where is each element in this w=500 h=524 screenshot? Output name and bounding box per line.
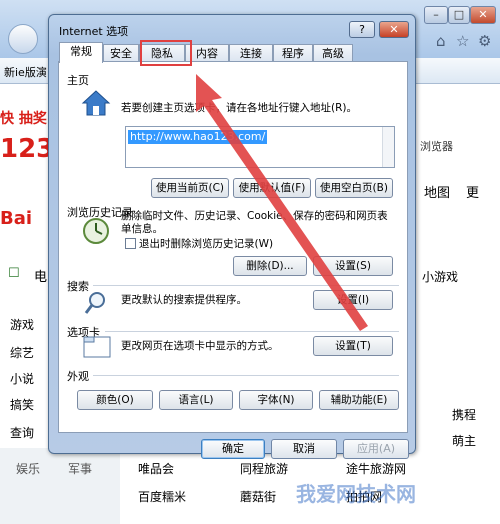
internet-options-dialog: Internet 选项 ? ✕ 常规 安全 隐私 内容 连接 程序 高级 主页 … [48,14,416,459]
homepage-section-label: 主页 [67,74,89,87]
cancel-button[interactable]: 取消 [271,439,337,459]
help-button[interactable]: ? [349,21,375,38]
homepage-url-textarea[interactable]: http://www.hao123.com/ [125,126,395,168]
tv-icon: ☐ [8,266,20,281]
tab-programs[interactable]: 程序 [273,44,313,62]
delete-on-exit-checkbox[interactable] [125,238,136,249]
use-blank-button[interactable]: 使用空白页(B) [315,178,393,198]
ok-button[interactable]: 确定 [201,439,265,459]
house-icon [81,88,111,118]
homepage-url-value: http://www.hao123.com/ [128,130,268,144]
tabs-icon [83,332,111,358]
tabs-description: 更改网页在选项卡中显示的方式。 [121,340,279,352]
tab-connections[interactable]: 连接 [229,44,273,62]
magnifier-icon [83,290,109,316]
search-description: 更改默认的搜索提供程序。 [121,294,247,306]
history-icon [81,216,111,246]
bg-left-item-8[interactable]: 搞笑 [10,396,34,413]
history-settings-button[interactable]: 设置(S) [313,256,393,276]
bg-left-item-1[interactable]: 快 抽奖 [0,108,47,128]
bg-right-item-1[interactable]: 地图 [424,182,450,201]
fonts-button[interactable]: 字体(N) [239,390,313,410]
tabs-settings-button[interactable]: 设置(T) [313,336,393,356]
colors-button[interactable]: 颜色(O) [77,390,153,410]
delete-on-exit-label: 退出时删除浏览历史记录(W) [139,238,274,250]
home-icon[interactable]: ⌂ [436,32,446,50]
search-settings-button[interactable]: 设置(I) [313,290,393,310]
languages-button[interactable]: 语言(L) [159,390,233,410]
bg-bottom-item-1[interactable]: 同程旅游 [240,460,288,477]
apply-button[interactable]: 应用(A) [343,439,409,459]
bg-right-item-2[interactable]: 更 [466,182,479,201]
bg-right-item-0[interactable]: 浏览器 [420,138,453,154]
bg-left-item-0[interactable]: 新ie版演 [4,64,47,80]
bg-left-item-5[interactable]: 游戏 [10,316,34,333]
watermark: 我爱网技术网 [296,482,416,506]
bg-right-item-3[interactable]: 小游戏 [422,268,458,285]
bg-left-item-7[interactable]: 小说 [10,370,34,387]
tab-security[interactable]: 安全 [103,44,139,62]
use-current-button[interactable]: 使用当前页(C) [151,178,229,198]
bg-bottom-item-2[interactable]: 途牛旅游网 [346,460,406,477]
homepage-description: 若要创建主页选项卡，请在各地址行键入地址(R)。 [121,102,357,114]
dialog-title: Internet 选项 [59,25,129,38]
homepage-scrollbar[interactable] [382,127,394,167]
use-default-button[interactable]: 使用默认值(F) [233,178,311,198]
back-button[interactable] [8,24,38,54]
bg-left-item-3: Bai [0,208,33,229]
bg-left-item-11[interactable]: 军事 [68,460,92,477]
accessibility-button[interactable]: 辅助功能(E) [319,390,399,410]
bg-right-item-4[interactable]: 携程 [452,406,476,423]
bg-bottom-item-3[interactable]: 百度糯米 [138,488,186,505]
tab-advanced[interactable]: 高级 [313,44,353,62]
minimize-button[interactable]: – [424,6,448,24]
bg-left-item-9[interactable]: 查询 [10,424,34,441]
bg-left-item-2: 123 [0,134,55,164]
close-button[interactable]: ✕ [379,21,409,38]
favorites-icon[interactable]: ☆ [456,32,469,50]
appearance-section-label: 外观 [67,370,89,383]
privacy-tab-highlight [140,40,192,66]
bg-bottom-item-0[interactable]: 唯品会 [138,460,174,477]
bg-left-item-6[interactable]: 综艺 [10,344,34,361]
browser-close-button[interactable]: ✕ [470,6,496,24]
tab-general[interactable]: 常规 [59,42,103,63]
maximize-button[interactable]: □ [448,6,470,24]
bg-bottom-item-4[interactable]: 蘑菇街 [240,488,276,505]
delete-history-button[interactable]: 删除(D)... [233,256,307,276]
general-tab-panel: 主页 若要创建主页选项卡，请在各地址行键入地址(R)。 http://www.h… [58,61,408,433]
history-description: 删除临时文件、历史记录、Cookie、保存的密码和网页表单信息。 [121,210,388,235]
bg-right-item-5[interactable]: 萌主 [452,432,476,449]
gear-icon[interactable]: ⚙ [478,32,491,50]
bg-left-item-4[interactable]: 电 [34,266,47,285]
bg-left-item-10[interactable]: 娱乐 [16,460,40,477]
